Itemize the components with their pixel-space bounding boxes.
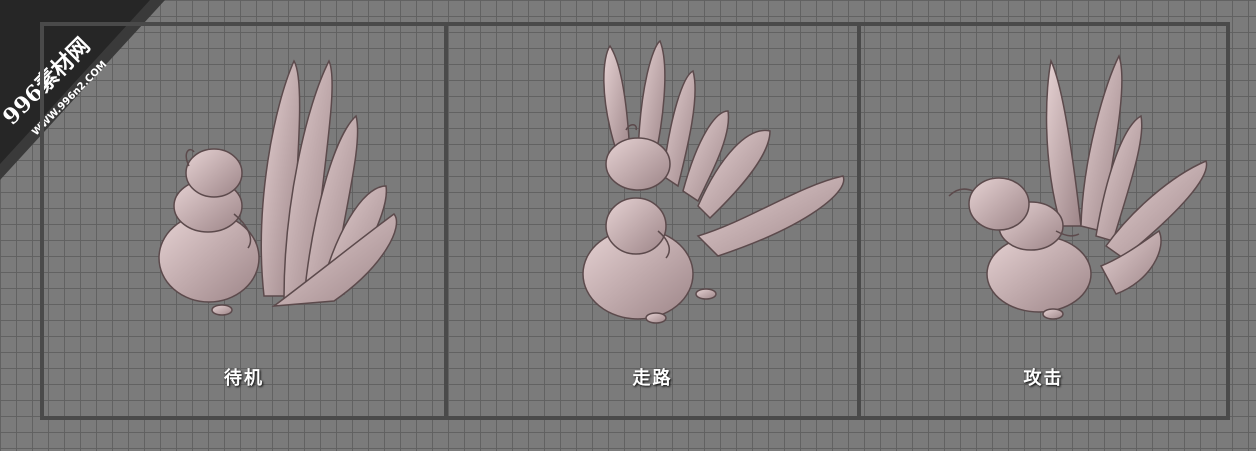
- panel-attack: 攻击: [861, 26, 1226, 416]
- idle-pose-model: [158, 59, 398, 316]
- panel-label-idle: 待机: [224, 368, 264, 389]
- panel-idle: 待机: [44, 26, 444, 416]
- walk-pose-model: [582, 39, 845, 324]
- attack-pose-model: [948, 54, 1208, 320]
- panel-walk: 走路: [448, 26, 857, 416]
- panel-label-walk: 走路: [632, 368, 673, 389]
- panel-label-attack: 攻击: [1023, 368, 1064, 389]
